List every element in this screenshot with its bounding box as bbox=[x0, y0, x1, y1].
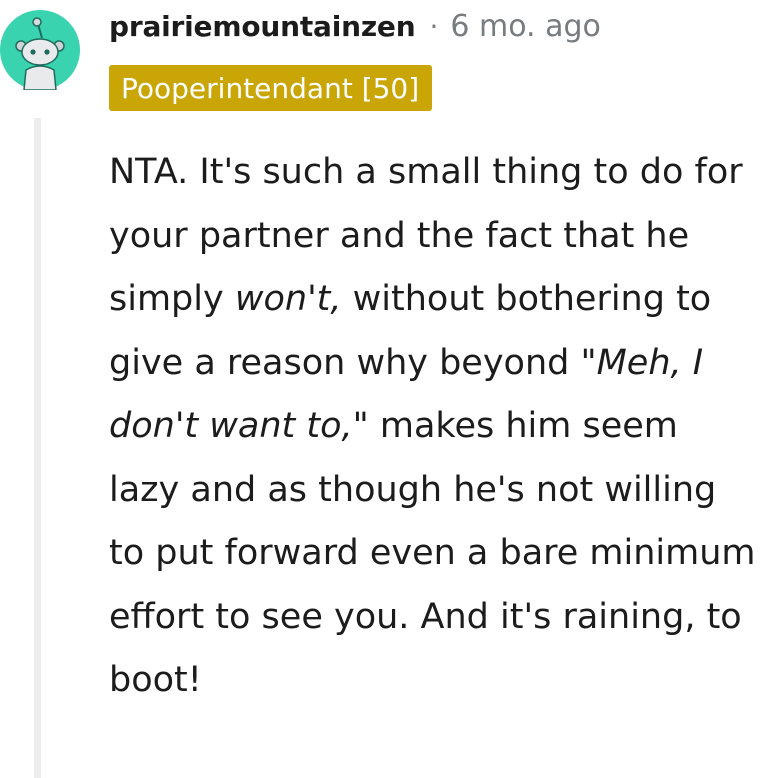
comment-emphasis-1: won't, bbox=[234, 279, 342, 319]
snoo-avatar-icon bbox=[0, 10, 80, 91]
comment-header: prairiemountainzen · 6 mo. ago bbox=[109, 4, 601, 48]
comment-text-3: makes him seem lazy and as though he's n… bbox=[109, 406, 756, 700]
user-avatar[interactable] bbox=[0, 10, 80, 91]
thread-line[interactable] bbox=[34, 118, 41, 778]
comment-paragraph: NTA. It's such a small thing to do for y… bbox=[109, 141, 759, 713]
user-flair: Pooperintendant [50] bbox=[109, 65, 433, 111]
separator-dot: · bbox=[429, 9, 439, 43]
comment-body: NTA. It's such a small thing to do for y… bbox=[109, 141, 759, 713]
username-link[interactable]: prairiemountainzen bbox=[109, 10, 416, 43]
comment-timestamp[interactable]: 6 mo. ago bbox=[450, 9, 601, 44]
